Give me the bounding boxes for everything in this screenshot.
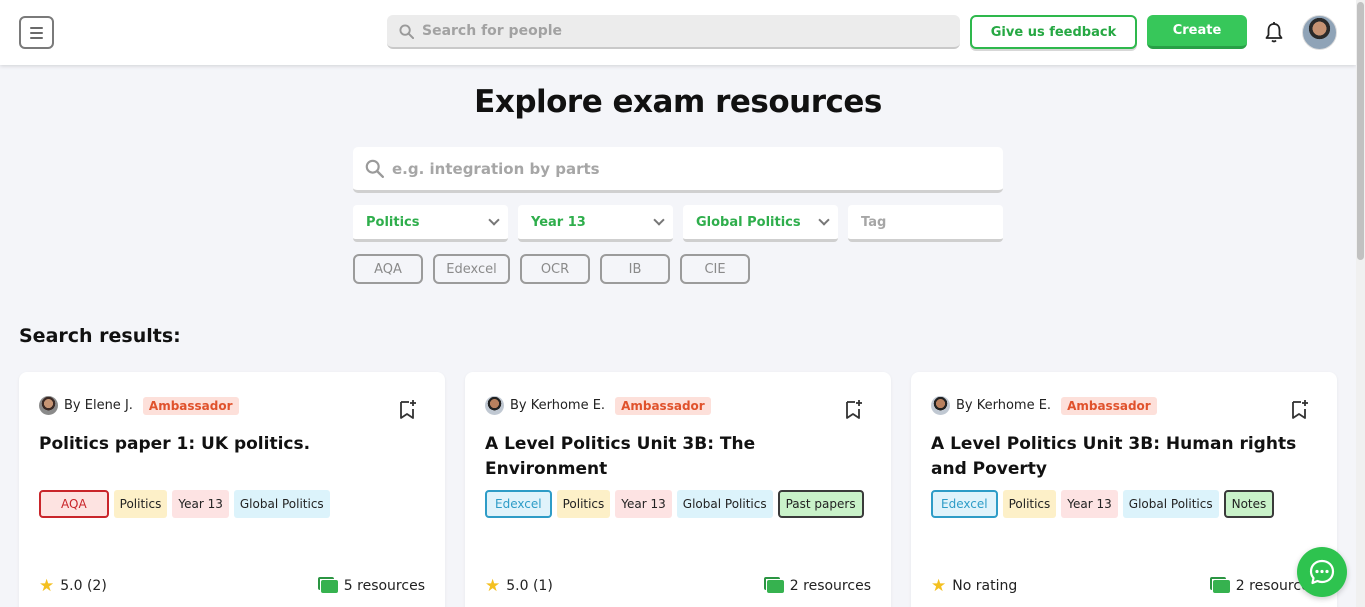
resource-card[interactable]: By Elene J. Ambassador Politics paper 1:… (19, 372, 445, 607)
tag-topic: Global Politics (1122, 490, 1219, 518)
year-filter[interactable]: Year 13 (518, 205, 673, 242)
card-author-row: By Kerhome E. Ambassador (485, 396, 711, 415)
chevron-down-icon (818, 213, 830, 226)
bell-icon[interactable] (1264, 21, 1284, 45)
search-icon (399, 23, 414, 39)
resource-search-input[interactable] (392, 159, 982, 178)
ambassador-badge: Ambassador (142, 396, 239, 415)
topic-filter-value: Global Politics (696, 214, 801, 230)
chat-button[interactable] (1297, 547, 1347, 597)
tag-topic: Global Politics (233, 490, 330, 518)
card-resources: 2 resources (763, 576, 871, 594)
card-rating: ★ 5.0 (2) (39, 576, 107, 596)
board-filter-ib[interactable]: IB (600, 254, 670, 284)
card-title[interactable]: A Level Politics Unit 3B: The Environmen… (485, 432, 875, 482)
scrollbar[interactable] (1356, 0, 1365, 607)
menu-icon-line (30, 31, 43, 34)
tag-year: Year 13 (172, 490, 229, 518)
people-search-input[interactable] (422, 23, 922, 39)
star-icon: ★ (39, 576, 55, 596)
author-avatar (39, 396, 58, 415)
avatar[interactable] (1302, 15, 1337, 50)
resource-card[interactable]: By Kerhome E. Ambassador A Level Politic… (911, 372, 1337, 607)
subject-filter-value: Politics (366, 214, 420, 230)
board-filter-cie[interactable]: CIE (680, 254, 750, 284)
tag-filter-input[interactable]: Tag (848, 205, 1003, 242)
folder-icon (317, 576, 338, 593)
bookmark-add-icon[interactable] (1291, 399, 1309, 419)
search-icon (365, 159, 384, 178)
card-author-row: By Kerhome E. Ambassador (931, 396, 1157, 415)
board-filter-aqa[interactable]: AQA (353, 254, 423, 284)
menu-icon-line (30, 36, 43, 39)
card-footer: ★ No rating 2 resources (931, 576, 1317, 596)
scrollbar-thumb[interactable] (1357, 2, 1364, 260)
star-icon: ★ (931, 576, 947, 596)
ambassador-badge: Ambassador (615, 396, 711, 415)
create-button[interactable]: Create (1147, 15, 1247, 49)
tag-resource-type: Past papers (777, 490, 864, 518)
tag-subject: Politics (1002, 490, 1057, 518)
tag-year: Year 13 (1061, 490, 1118, 518)
topic-filter[interactable]: Global Politics (683, 205, 838, 242)
rating-value: 5.0 (1) (506, 578, 553, 594)
folder-icon (1209, 576, 1230, 593)
card-footer: ★ 5.0 (1) 2 resources (485, 576, 871, 596)
menu-button[interactable] (19, 16, 54, 49)
folder-icon (763, 576, 784, 593)
bookmark-add-icon[interactable] (399, 399, 417, 419)
tag-board: Edexcel (931, 490, 998, 518)
card-rating: ★ 5.0 (1) (485, 576, 553, 596)
author-name[interactable]: By Kerhome E. (956, 398, 1051, 413)
card-tags: AQA Politics Year 13 Global Politics (39, 490, 434, 518)
tag-resource-type: Notes (1223, 490, 1275, 518)
resource-card[interactable]: By Kerhome E. Ambassador A Level Politic… (465, 372, 891, 607)
card-tags: Edexcel Politics Year 13 Global Politics… (485, 490, 880, 518)
card-resources: 5 resources (317, 576, 425, 594)
author-name[interactable]: By Kerhome E. (510, 398, 605, 413)
board-filter-ocr[interactable]: OCR (520, 254, 590, 284)
tag-subject: Politics (113, 490, 168, 518)
author-avatar (485, 396, 504, 415)
tag-year: Year 13 (615, 490, 672, 518)
year-filter-value: Year 13 (531, 214, 586, 230)
ambassador-badge: Ambassador (1061, 396, 1157, 415)
rating-value: No rating (952, 578, 1018, 594)
top-bar: Give us feedback Create (0, 0, 1356, 65)
resource-search-box[interactable] (353, 147, 1003, 193)
card-rating: ★ No rating (931, 576, 1017, 596)
tag-board: Edexcel (485, 490, 552, 518)
chat-icon (1309, 559, 1335, 585)
chevron-down-icon (653, 213, 665, 226)
results-heading: Search results: (19, 325, 181, 347)
card-footer: ★ 5.0 (2) 5 resources (39, 576, 425, 596)
resources-count: 5 resources (343, 578, 425, 594)
resources-count: 2 resources (789, 578, 871, 594)
card-tags: Edexcel Politics Year 13 Global Politics… (931, 490, 1326, 518)
subject-filter[interactable]: Politics (353, 205, 508, 242)
card-author-row: By Elene J. Ambassador (39, 396, 239, 415)
tag-topic: Global Politics (676, 490, 773, 518)
bookmark-add-icon[interactable] (845, 399, 863, 419)
card-title[interactable]: Politics paper 1: UK politics. (39, 432, 429, 457)
author-avatar (931, 396, 950, 415)
tag-board: AQA (39, 490, 109, 518)
menu-icon-line (30, 26, 43, 29)
tag-filter-placeholder: Tag (861, 214, 887, 230)
rating-value: 5.0 (2) (60, 578, 107, 594)
card-title[interactable]: A Level Politics Unit 3B: Human rights a… (931, 432, 1321, 482)
star-icon: ★ (485, 576, 501, 596)
people-search-box[interactable] (387, 15, 960, 49)
author-name[interactable]: By Elene J. (64, 398, 133, 413)
chevron-down-icon (488, 213, 500, 226)
board-filter-edexcel[interactable]: Edexcel (433, 254, 510, 284)
give-feedback-button[interactable]: Give us feedback (970, 15, 1137, 49)
tag-subject: Politics (556, 490, 611, 518)
page-title: Explore exam resources (474, 84, 882, 120)
